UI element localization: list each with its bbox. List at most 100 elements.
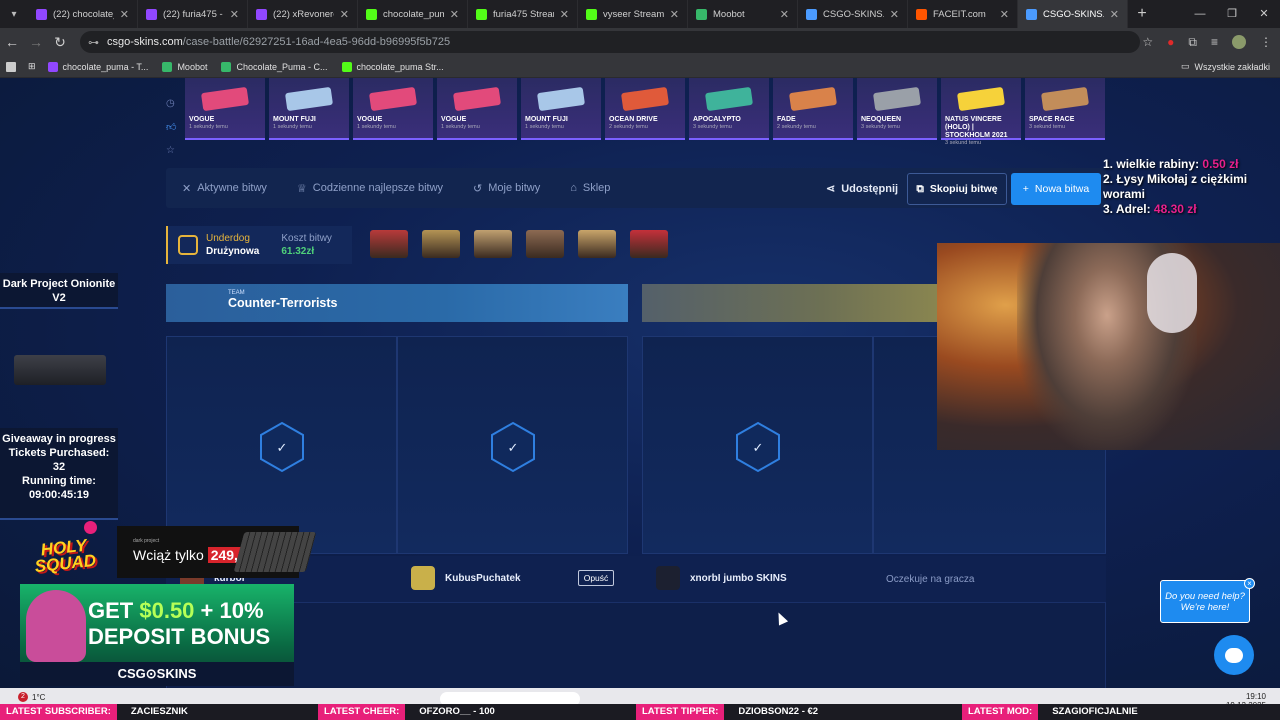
browser-tab[interactable]: FACEIT.com ✕	[908, 0, 1018, 28]
close-window-icon[interactable]: ✕	[1248, 0, 1280, 28]
indicator-dot	[84, 521, 97, 534]
gun-shape	[200, 86, 250, 112]
browser-tab[interactable]: vyseer Stream - V ✕	[578, 0, 688, 28]
leave-button[interactable]: Opuść	[578, 570, 614, 586]
nav-daily-battles[interactable]: ♕ Codzienne najlepsze bitwy	[297, 182, 443, 195]
gun-shape	[1040, 86, 1090, 112]
all-bookmarks[interactable]: ▭ Wszystkie zakładki	[1181, 61, 1270, 72]
drop-item[interactable]: VOGUE 1 sekundy temu	[353, 78, 433, 140]
apps-icon[interactable]	[6, 61, 16, 72]
clock-time: 19:10	[1245, 692, 1266, 701]
tab-favicon-icon	[36, 8, 47, 20]
back-icon[interactable]: ←	[0, 34, 24, 50]
skin-name: NEOQUEEN	[861, 116, 902, 123]
case-image[interactable]	[370, 230, 408, 258]
browser-tab[interactable]: CSGO-SKINS.COM ✕	[798, 0, 908, 28]
drop-item[interactable]: NATUS VINCERE (HOLO) | STOCKHOLM 2021 3 s…	[941, 78, 1021, 146]
case-image[interactable]	[526, 230, 564, 258]
tab-close-icon[interactable]: ✕	[670, 8, 679, 21]
bookmark-item[interactable]: Moobot	[162, 61, 207, 72]
extension-record-icon[interactable]: ●	[1167, 35, 1174, 49]
browser-tab[interactable]: (22) xRevonereS ✕	[248, 0, 358, 28]
tab-close-icon[interactable]: ✕	[340, 8, 349, 21]
ticker-cheer: LATEST CHEER: OFZORO__ - 100	[318, 704, 636, 720]
tab-close-icon[interactable]: ✕	[450, 8, 459, 21]
bookmark-item[interactable]: chocolate_puma - T...	[47, 61, 148, 72]
chat-button[interactable]	[1214, 635, 1254, 675]
results-grid	[166, 602, 1106, 688]
bookmark-favicon-icon	[47, 61, 58, 72]
browser-tab[interactable]: chocolate_puma ✕	[358, 0, 468, 28]
drop-item[interactable]: VOGUE 1 sekundy temu	[437, 78, 517, 140]
case-image[interactable]	[422, 230, 460, 258]
browser-tab[interactable]: (22) furia475 - Tw ✕	[138, 0, 248, 28]
forward-icon[interactable]: →	[24, 34, 48, 50]
drop-time: 1 sekundy temu	[273, 124, 312, 130]
drop-item[interactable]: VOGUE 1 sekundy temu	[185, 78, 265, 140]
tab-close-icon[interactable]: ✕	[230, 8, 239, 21]
drop-item[interactable]: APOCALYPTO 3 sekundy temu	[689, 78, 769, 140]
case-image[interactable]	[630, 230, 668, 258]
maximize-icon[interactable]: ❐	[1216, 0, 1248, 28]
tab-title: Moobot	[713, 8, 745, 20]
tab-title: FACEIT.com	[933, 8, 986, 20]
browser-tab[interactable]: (22) chocolate_pu ✕	[28, 0, 138, 28]
url-field[interactable]: ⊶ csgo-skins.com/case-battle/62927251-16…	[80, 31, 1140, 53]
leaderboard-rank: 1.	[1103, 157, 1114, 171]
new-battle-button[interactable]: + Nowa bitwa	[1011, 173, 1101, 205]
ticker-value: DZIOBSON22 - €2	[724, 704, 962, 720]
tab-search-icon[interactable]: ▾	[0, 0, 28, 28]
bookmark-item[interactable]: Chocolate_Puma - C...	[221, 61, 328, 72]
drop-item[interactable]: MOUNT FUJI 1 sekundy temu	[269, 78, 349, 140]
browser-tab[interactable]: CSGO-SKINS.COM ✕	[1018, 0, 1128, 28]
share-button[interactable]: ⋖ Udostępnij	[826, 182, 898, 196]
help-bubble[interactable]: Do you need help? We're here!	[1160, 580, 1250, 623]
nav-shop[interactable]: ⌂ Sklep	[570, 182, 610, 194]
star-icon[interactable]: ☆	[166, 145, 176, 156]
tab-close-icon[interactable]: ✕	[1110, 8, 1119, 21]
nav-my-battles[interactable]: ↺ Moje bitwy	[473, 182, 540, 195]
case-image[interactable]	[578, 230, 616, 258]
tab-close-icon[interactable]: ✕	[780, 8, 789, 21]
minimize-icon[interactable]: —	[1184, 0, 1216, 28]
leaderboard-amount: 48.30 zł	[1153, 202, 1197, 216]
copy-battle-button[interactable]: ⧉ Skopiuj bitwę	[907, 173, 1007, 205]
tab-close-icon[interactable]: ✕	[890, 8, 899, 21]
drop-item[interactable]: MOUNT FUJI 1 sekundy temu	[521, 78, 601, 140]
site-info-icon[interactable]: ⊶	[88, 36, 99, 49]
drop-item[interactable]: OCEAN DRIVE 2 sekundy temu	[605, 78, 685, 140]
profile-avatar[interactable]	[1232, 35, 1246, 49]
browser-tab[interactable]: furia475 Stream - ✕	[468, 0, 578, 28]
menu-icon[interactable]: ⋮	[1260, 35, 1272, 49]
drop-item[interactable]: FADE 2 sekundy temu	[773, 78, 853, 140]
live-drops-feed: VOGUE 1 sekundy temu MOUNT FUJI 1 sekundy t…	[185, 78, 1135, 146]
bookmark-favicon-icon	[221, 61, 232, 72]
extensions-icon[interactable]: ⧉	[1188, 35, 1197, 50]
new-tab-button[interactable]: +	[1128, 5, 1156, 23]
tab-title: vyseer Stream - V	[603, 8, 664, 20]
grid-icon[interactable]: ⊞	[28, 61, 36, 72]
tab-title: furia475 Stream -	[493, 8, 554, 20]
media-icon[interactable]: ≡	[1211, 35, 1218, 49]
bookmark-item[interactable]: chocolate_puma Str...	[341, 61, 444, 72]
case-image[interactable]	[474, 230, 512, 258]
tab-close-icon[interactable]: ✕	[560, 8, 569, 21]
clock-icon[interactable]: ◷	[166, 98, 176, 109]
player-name: KubusPuchatek	[445, 572, 521, 584]
skin-image	[357, 82, 429, 116]
nav-daily-label: Codzienne najlepsze bitwy	[312, 182, 444, 194]
drop-item[interactable]: NEOQUEEN 3 sekundy temu	[857, 78, 937, 140]
reload-icon[interactable]: ↻	[48, 34, 72, 51]
avatar	[656, 566, 680, 590]
thumbs-up-icon[interactable]: 👍︎	[166, 121, 176, 133]
nav-active-battles[interactable]: ✕ Aktywne bitwy	[182, 182, 267, 195]
tab-close-icon[interactable]: ✕	[1000, 8, 1009, 21]
weather-widget[interactable]: 2 1°C	[18, 692, 45, 702]
bookmark-star-icon[interactable]: ☆	[1142, 35, 1153, 49]
drop-item[interactable]: SPACE RACE 3 sekund temu	[1025, 78, 1105, 140]
folder-icon: ▭	[1180, 61, 1190, 71]
nav-mine-label: Moje bitwy	[488, 182, 541, 194]
browser-tab[interactable]: Moobot ✕	[688, 0, 798, 28]
close-icon[interactable]: ×	[1244, 578, 1255, 589]
tab-close-icon[interactable]: ✕	[120, 8, 129, 21]
